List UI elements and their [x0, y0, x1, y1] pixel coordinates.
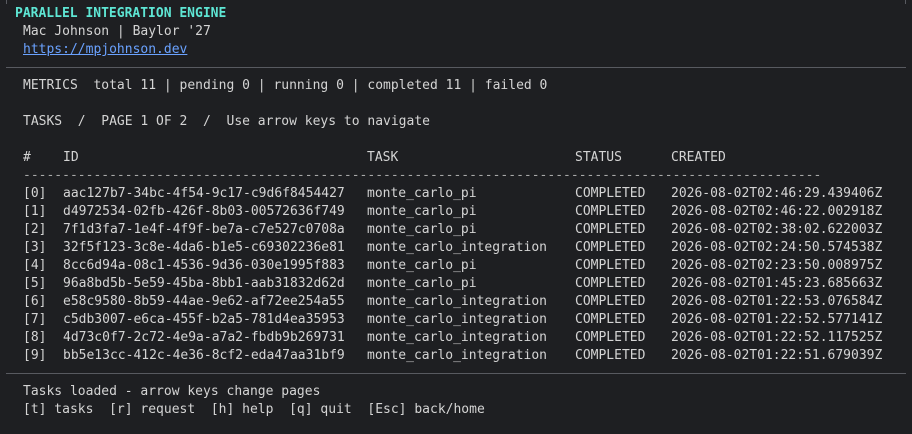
table-row[interactable]: [3] 32f5f123-3c8e-4da6-b1e5-c69302236e81…: [0, 239, 912, 257]
keybindings-hint: [t] tasks [r] request [h] help [q] quit …: [23, 402, 485, 417]
metrics-line: METRICS total 11 | pending 0 | running 0…: [23, 78, 548, 93]
table-row[interactable]: [5] 96a8bd5b-5e59-45ba-8bb1-aab31832d62d…: [0, 275, 912, 293]
tasks-page-header: TASKS / PAGE 1 OF 2 / Use arrow keys to …: [23, 114, 430, 129]
column-header-task: TASK: [367, 150, 399, 165]
table-row[interactable]: [1] d4972534-02fb-426f-8b03-00572636f749…: [0, 203, 912, 221]
column-header-index: #: [23, 150, 31, 165]
table-row[interactable]: [6] e58c9580-8b59-44ae-9e62-af72ee254a55…: [0, 293, 912, 311]
top-frame: [6, 0, 906, 4]
table-row[interactable]: [4] 8cc6d94a-08c1-4536-9d36-030e1995f883…: [0, 257, 912, 275]
task-created: 2026-08-02T02:23:50.008975Z: [671, 258, 883, 273]
task-id: e58c9580-8b59-44ae-9e62-af72ee254a55: [63, 294, 345, 309]
task-id: 8cc6d94a-08c1-4536-9d36-030e1995f883: [63, 258, 345, 273]
task-name: monte_carlo_integration: [367, 312, 548, 327]
column-header-id: ID: [63, 150, 79, 165]
task-id: 7f1d3fa7-1e4f-4f9f-be7a-c7e527c0708a: [63, 222, 345, 237]
column-header-status: STATUS: [575, 150, 622, 165]
table-row[interactable]: [0] aac127b7-34bc-4f54-9c17-c9d6f8454427…: [0, 185, 912, 203]
task-id: 4d73c0f7-2c72-4e9a-a7a2-fbdb9b269731: [63, 330, 345, 345]
task-status: COMPLETED: [575, 240, 646, 255]
table-row[interactable]: [9] bb5e13cc-412c-4e36-8cf2-eda47aa31bf9…: [0, 347, 912, 365]
row-index: [4]: [23, 258, 47, 273]
table-header-row: # ID TASK STATUS CREATED: [0, 149, 912, 167]
task-status: COMPLETED: [575, 204, 646, 219]
footer-divider: [6, 373, 906, 374]
table-row[interactable]: [2] 7f1d3fa7-1e4f-4f9f-be7a-c7e527c0708a…: [0, 221, 912, 239]
task-status: COMPLETED: [575, 312, 646, 327]
task-created: 2026-08-02T01:22:52.117525Z: [671, 330, 883, 345]
task-name: monte_carlo_pi: [367, 186, 477, 201]
task-name: monte_carlo_integration: [367, 330, 548, 345]
row-index: [0]: [23, 186, 47, 201]
column-header-created: CREATED: [671, 150, 726, 165]
task-status: COMPLETED: [575, 186, 646, 201]
task-status: COMPLETED: [575, 294, 646, 309]
task-created: 2026-08-02T01:22:51.679039Z: [671, 348, 883, 363]
task-created: 2026-08-02T01:45:23.685663Z: [671, 276, 883, 291]
task-name: monte_carlo_pi: [367, 276, 477, 291]
task-name: monte_carlo_pi: [367, 222, 477, 237]
task-name: monte_carlo_integration: [367, 294, 548, 309]
task-status: COMPLETED: [575, 276, 646, 291]
task-created: 2026-08-02T01:22:52.577141Z: [671, 312, 883, 327]
header-divider: [6, 67, 906, 68]
table-row[interactable]: [8] 4d73c0f7-2c72-4e9a-a7a2-fbdb9b269731…: [0, 329, 912, 347]
task-id: 32f5f123-3c8e-4da6-b1e5-c69302236e81: [63, 240, 345, 255]
task-name: monte_carlo_integration: [367, 240, 548, 255]
table-row[interactable]: [7] c5db3007-e6ca-455f-b2a5-781d4ea35953…: [0, 311, 912, 329]
task-created: 2026-08-02T01:22:53.076584Z: [671, 294, 883, 309]
row-index: [3]: [23, 240, 47, 255]
task-created: 2026-08-02T02:46:29.439406Z: [671, 186, 883, 201]
task-id: d4972534-02fb-426f-8b03-00572636f749: [63, 204, 345, 219]
task-name: monte_carlo_pi: [367, 258, 477, 273]
row-index: [1]: [23, 204, 47, 219]
status-message: Tasks loaded - arrow keys change pages: [23, 384, 321, 399]
task-created: 2026-08-02T02:24:50.574538Z: [671, 240, 883, 255]
task-status: COMPLETED: [575, 258, 646, 273]
task-name: monte_carlo_integration: [367, 348, 548, 363]
row-index: [2]: [23, 222, 47, 237]
task-id: c5db3007-e6ca-455f-b2a5-781d4ea35953: [63, 312, 345, 327]
task-id: bb5e13cc-412c-4e36-8cf2-eda47aa31bf9: [63, 348, 345, 363]
row-index: [7]: [23, 312, 47, 327]
row-index: [6]: [23, 294, 47, 309]
author-line: Mac Johnson | Baylor '27: [23, 24, 211, 39]
task-id: aac127b7-34bc-4f54-9c17-c9d6f8454427: [63, 186, 345, 201]
row-index: [9]: [23, 348, 47, 363]
task-status: COMPLETED: [575, 330, 646, 345]
app-title: PARALLEL INTEGRATION ENGINE: [15, 6, 227, 21]
website-link[interactable]: https://mpjohnson.dev: [23, 41, 187, 59]
task-name: monte_carlo_pi: [367, 204, 477, 219]
row-index: [5]: [23, 276, 47, 291]
table-separator: ----------------------------------------…: [23, 168, 822, 183]
row-index: [8]: [23, 330, 47, 345]
task-status: COMPLETED: [575, 348, 646, 363]
task-status: COMPLETED: [575, 222, 646, 237]
task-id: 96a8bd5b-5e59-45ba-8bb1-aab31832d62d: [63, 276, 345, 291]
task-created: 2026-08-02T02:46:22.002918Z: [671, 204, 883, 219]
task-created: 2026-08-02T02:38:02.622003Z: [671, 222, 883, 237]
